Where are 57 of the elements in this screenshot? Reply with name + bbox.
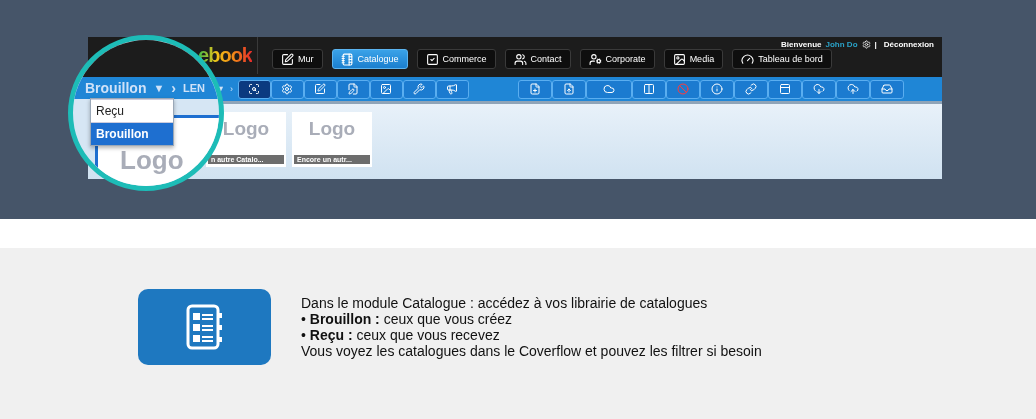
catalog-icon (340, 52, 354, 66)
description-line: Dans le module Catalogue : accédez à vos librairie de catalogues (301, 295, 709, 311)
nav-tab[interactable]: Tableau de bord (732, 49, 832, 69)
toolbar-button[interactable] (632, 79, 666, 99)
image-icon (380, 83, 393, 95)
document-edit-icon (347, 83, 360, 95)
nav-tab[interactable]: Mur (272, 49, 323, 69)
logo-placeholder: Logo (308, 118, 356, 141)
breadcrumb-text[interactable]: ▼ (153, 82, 165, 94)
image-icon (672, 52, 686, 66)
edit-icon (281, 52, 294, 66)
nav-tab[interactable]: Contact (504, 49, 571, 69)
description-line: Vous voyez les catalogues dans le Coverflow et pouvez les filtrer si besoin (301, 343, 762, 359)
users-icon (513, 52, 527, 66)
cloud-icon (603, 83, 615, 95)
dropdown-option[interactable]: Reçu (91, 99, 173, 122)
toolbar-button[interactable] (303, 79, 337, 99)
search-icon (248, 83, 261, 95)
info-icon (711, 83, 723, 95)
dropdown-option[interactable]: Brouillon (91, 122, 173, 145)
gauge-icon (741, 52, 755, 66)
logo-placeholder: Logo (222, 118, 270, 141)
nav-tab[interactable]: Commerce (416, 49, 496, 69)
columns-icon (643, 83, 655, 95)
user-gear-icon (588, 52, 602, 66)
toolbar-button[interactable] (768, 79, 802, 99)
breadcrumb-text[interactable]: › (171, 80, 176, 96)
description-line: • Reçu : ceux que vous recevez (301, 327, 501, 343)
settings-icon[interactable] (861, 39, 871, 49)
inbox-icon (881, 83, 893, 95)
forbidden-icon (677, 83, 689, 95)
nav-tab[interactable]: Corporate (579, 49, 655, 69)
cloud-upload-icon (847, 83, 859, 95)
nav-tab[interactable]: Media (663, 49, 724, 69)
settings-icon (281, 83, 294, 95)
edit-icon (314, 83, 327, 95)
add-document-icon (529, 83, 541, 95)
breadcrumb-text[interactable]: LEN (183, 82, 205, 94)
toolbar-button[interactable] (369, 79, 403, 99)
layout-icon (779, 83, 791, 95)
welcome-text: Bienvenue (781, 39, 822, 49)
link-icon (745, 83, 757, 95)
nav-tab[interactable]: Catalogue (331, 49, 408, 69)
cloud-download-icon (813, 83, 825, 95)
megaphone-icon (446, 83, 459, 95)
logout-link[interactable]: Déconnexion (883, 39, 934, 49)
user-name: John Do (825, 39, 858, 49)
upload-document-icon (563, 83, 575, 95)
separator-text: | (874, 39, 877, 49)
catalog-icon (184, 303, 225, 351)
logo-placeholder: Logo (120, 147, 184, 173)
breadcrumb-text[interactable]: Brouillon (85, 80, 147, 96)
checklist-icon (425, 52, 439, 66)
description-line: • Brouillon : ceux que vous créez (301, 311, 514, 327)
tools-icon (413, 83, 426, 95)
breadcrumb-text[interactable]: › (229, 84, 233, 94)
toolbar-button[interactable] (237, 79, 271, 99)
